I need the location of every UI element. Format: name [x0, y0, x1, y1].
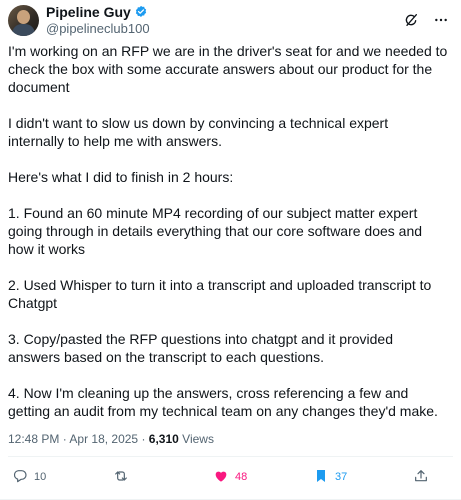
tweet-card: Pipeline Guy @pipelineclub100 I'm workin… — [0, 0, 461, 500]
divider — [8, 456, 453, 457]
bookmark-count: 37 — [335, 471, 348, 483]
heart-icon — [213, 468, 229, 487]
tweet-meta: 12:48 PM · Apr 18, 2025 · 6,310 Views — [8, 431, 214, 447]
author-block: Pipeline Guy @pipelineclub100 — [46, 4, 150, 37]
tweet-paragraph: 4. Now I'm cleaning up the answers, cros… — [8, 385, 438, 419]
views-count: 6,310 — [148, 432, 179, 446]
meta-separator: · — [141, 432, 146, 446]
meta-separator: · — [62, 432, 67, 446]
reply-button[interactable]: 10 — [12, 462, 46, 492]
like-count: 48 — [235, 471, 248, 483]
tweet-paragraph: 3. Copy/pasted the RFP questions into ch… — [8, 331, 393, 365]
grok-icon[interactable] — [403, 12, 419, 28]
tweet-header: Pipeline Guy @pipelineclub100 — [8, 2, 453, 38]
tweet-paragraph: I didn't want to slow us down by convinc… — [8, 115, 389, 149]
handle[interactable]: @pipelineclub100 — [46, 21, 150, 37]
name-row: Pipeline Guy — [46, 4, 150, 21]
repost-button[interactable] — [113, 462, 135, 492]
display-name[interactable]: Pipeline Guy — [46, 4, 131, 21]
avatar[interactable] — [8, 4, 39, 36]
tweet-date[interactable]: Apr 18, 2025 — [69, 432, 138, 446]
reply-icon — [12, 468, 28, 487]
bookmark-icon — [313, 468, 329, 487]
views-label: Views — [182, 432, 214, 446]
share-button[interactable] — [413, 462, 429, 492]
tweet-paragraph: 2. Used Whisper to turn it into a transc… — [8, 277, 432, 311]
repost-icon — [113, 468, 129, 487]
tweet-paragraph: Here's what I did to finish in 2 hours: — [8, 169, 234, 185]
tweet-time[interactable]: 12:48 PM — [8, 432, 59, 446]
share-icon — [413, 468, 429, 487]
like-button[interactable]: 48 — [213, 462, 247, 492]
verified-badge-icon — [134, 5, 148, 19]
tweet-paragraph: I'm working on an RFP we are in the driv… — [8, 43, 448, 95]
more-icon[interactable] — [433, 12, 449, 28]
bookmark-button[interactable]: 37 — [313, 462, 347, 492]
tweet-paragraph: 1. Found an 60 minute MP4 recording of o… — [8, 205, 423, 257]
header-actions — [403, 12, 453, 28]
reply-count: 10 — [34, 471, 47, 483]
action-bar: 10 48 37 — [0, 462, 461, 492]
tweet-text: I'm working on an RFP we are in the driv… — [8, 42, 448, 420]
